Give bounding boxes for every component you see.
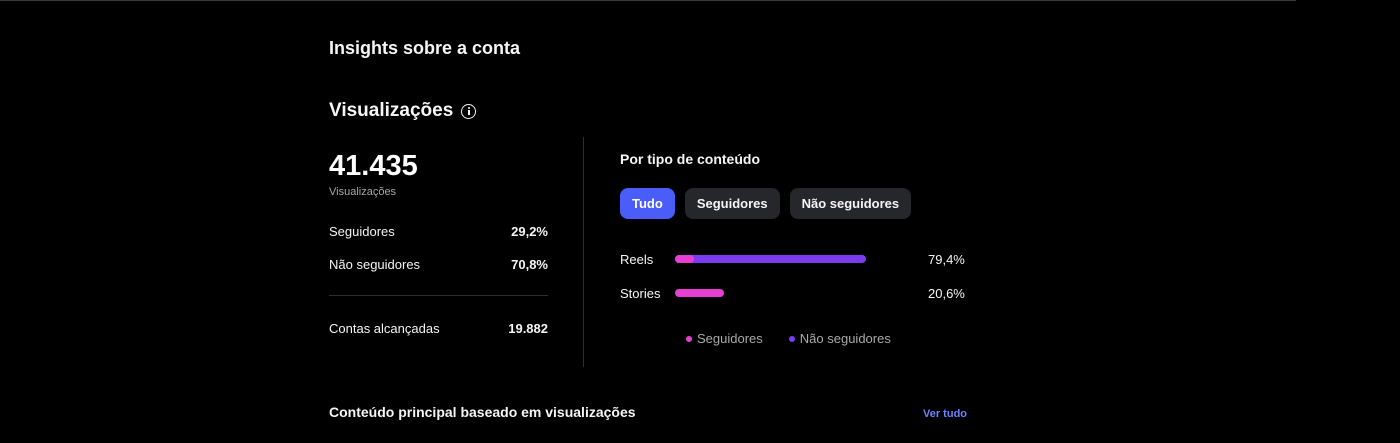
stat-row-accounts-reached: Contas alcançadas 19.882 <box>329 321 548 336</box>
legend-item-followers: Seguidores <box>686 331 763 346</box>
bar-track-reels <box>675 255 915 263</box>
top-content-title: Conteúdo principal baseado em visualizaç… <box>329 404 636 420</box>
info-icon[interactable] <box>461 103 477 119</box>
filter-all-button[interactable]: Tudo <box>620 188 675 219</box>
page-title: Insights sobre a conta <box>329 38 521 58</box>
views-section-header: Visualizações <box>329 100 477 122</box>
bar-segment-followers <box>675 289 725 297</box>
stat-label: Contas alcançadas <box>329 321 440 336</box>
total-views-number: 41.435 <box>329 150 418 182</box>
total-views-caption: Visualizações <box>329 186 397 198</box>
stat-label: Seguidores <box>329 224 395 239</box>
legend-item-non-followers: Não seguidores <box>788 331 891 346</box>
by-content-title: Por tipo de conteúdo <box>620 151 760 167</box>
bar-legend: Seguidores Não seguidores <box>686 331 891 346</box>
stat-label: Não seguidores <box>329 257 421 272</box>
stat-value: 70,8% <box>511 257 548 272</box>
column-divider <box>583 137 584 367</box>
legend-dot-non-followers <box>788 335 795 342</box>
filter-non-followers-button[interactable]: Não seguidores <box>789 188 912 219</box>
stat-value: 29,2% <box>511 224 548 239</box>
bar-percent-stories: 20,6% <box>928 286 965 301</box>
bar-segment-non-followers <box>675 255 866 263</box>
legend-dot-followers <box>686 335 692 342</box>
stat-value: 19.882 <box>508 321 548 336</box>
bar-track-stories <box>675 289 915 297</box>
filter-followers-button[interactable]: Seguidores <box>684 188 780 219</box>
stats-divider <box>329 295 548 296</box>
bar-label-reels: Reels <box>620 252 654 267</box>
content-filter-bar: Tudo Seguidores Não seguidores <box>620 188 912 219</box>
legend-label: Seguidores <box>697 331 763 346</box>
legend-label: Não seguidores <box>799 331 891 346</box>
bar-percent-reels: 79,4% <box>928 252 965 267</box>
stat-row-non-followers: Não seguidores 70,8% <box>329 257 548 272</box>
bar-segment-followers <box>675 255 695 263</box>
stat-row-followers: Seguidores 29,2% <box>329 224 548 239</box>
see-all-link[interactable]: Ver tudo <box>923 408 967 420</box>
bar-label-stories: Stories <box>620 286 661 301</box>
views-section-title: Visualizações <box>329 100 454 121</box>
top-border <box>0 0 1296 1</box>
